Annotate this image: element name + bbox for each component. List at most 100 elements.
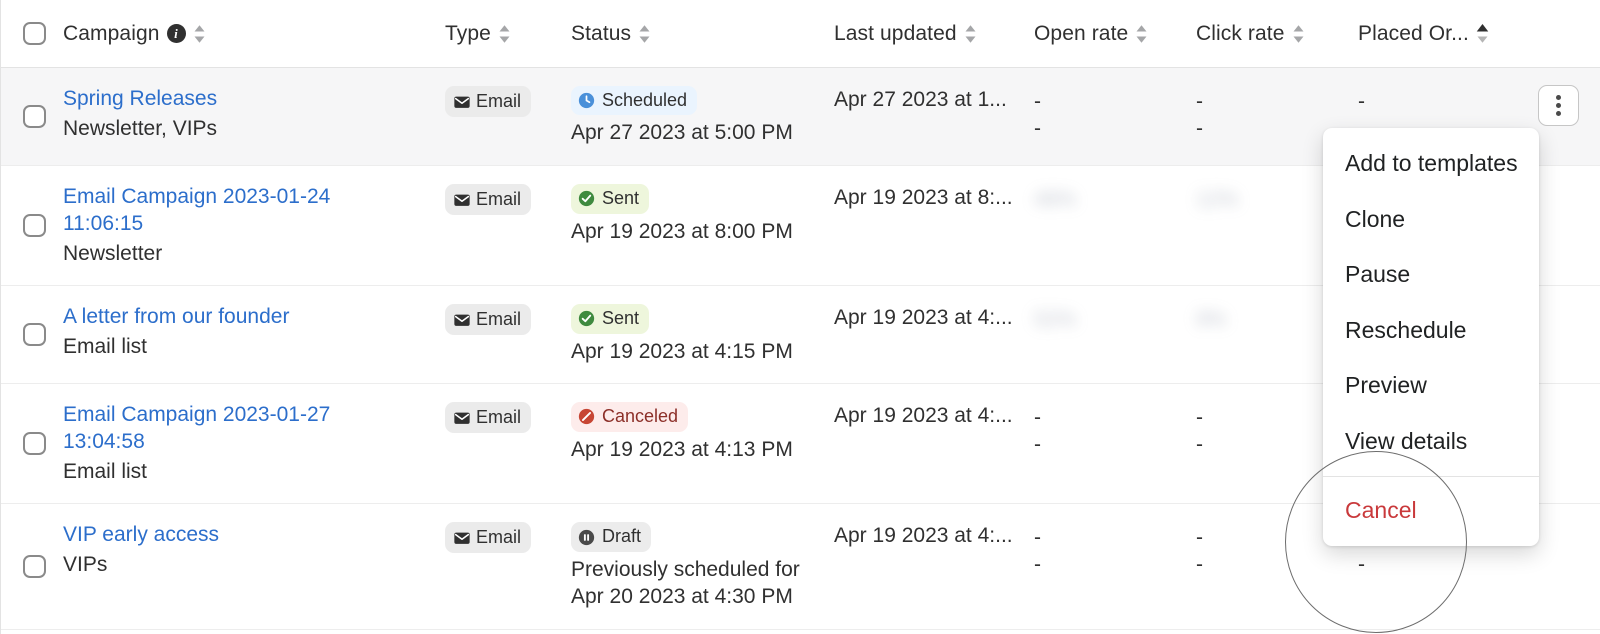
status-badge-label: Draft xyxy=(602,526,642,547)
row-action-menu[interactable]: Add to templates Clone Pause Reschedule … xyxy=(1323,128,1539,547)
column-header-open-rate[interactable]: Open rate xyxy=(1034,22,1196,46)
row-select-cell[interactable] xyxy=(23,214,63,238)
menu-item-add-to-templates[interactable]: Add to templates xyxy=(1323,136,1539,192)
kebab-dot xyxy=(1556,103,1561,108)
menu-item-reschedule[interactable]: Reschedule xyxy=(1323,303,1539,359)
last-updated-cell: Apr 19 2023 at 4:... xyxy=(834,504,1034,567)
menu-item-view-details[interactable]: View details xyxy=(1323,414,1539,470)
status-badge: Scheduled xyxy=(571,86,698,116)
sort-chevrons-icon[interactable] xyxy=(193,24,206,44)
campaign-audience: Newsletter, VIPs xyxy=(63,116,218,140)
sort-chevrons-icon[interactable] xyxy=(1135,24,1148,44)
row-checkbox[interactable] xyxy=(23,214,46,238)
column-header-click-rate[interactable]: Click rate xyxy=(1196,22,1358,46)
row-select-cell[interactable] xyxy=(23,105,63,129)
type-cell: Email xyxy=(445,68,571,135)
sort-chevrons-icon[interactable] xyxy=(1292,24,1305,44)
clock-icon xyxy=(578,93,595,109)
column-header-status[interactable]: Status xyxy=(571,22,834,46)
status-cell: Canceled Apr 19 2023 at 4:13 PM xyxy=(571,384,834,481)
row-checkbox[interactable] xyxy=(23,323,46,347)
check-circle-icon xyxy=(578,191,595,207)
row-select-cell[interactable] xyxy=(23,555,63,579)
sort-chevrons-icon[interactable] xyxy=(498,24,511,44)
check-circle-icon xyxy=(578,311,595,327)
row-checkbox[interactable] xyxy=(23,105,46,129)
select-all-cell[interactable] xyxy=(23,22,63,45)
campaign-audience: VIPs xyxy=(63,553,108,577)
status-cell: Draft Previously scheduled for Apr 20 202… xyxy=(571,504,834,629)
status-timestamp: Apr 19 2023 at 4:15 PM xyxy=(571,339,793,363)
sort-chevrons-icon[interactable] xyxy=(964,24,977,44)
select-all-checkbox[interactable] xyxy=(23,22,46,45)
envelope-icon xyxy=(454,412,470,424)
campaign-cell: Email Campaign 2023-01-27 13:04:58 Email … xyxy=(63,384,445,503)
row-select-cell[interactable] xyxy=(23,432,63,456)
last-updated-value: Apr 19 2023 at 4:... xyxy=(834,404,1013,428)
type-cell: Email xyxy=(445,504,571,571)
info-icon[interactable]: i xyxy=(166,24,186,43)
campaign-cell: A letter from our founder Email list xyxy=(63,286,445,378)
column-header-open-rate-label: Open rate xyxy=(1034,21,1129,45)
column-header-last-updated[interactable]: Last updated xyxy=(834,22,1034,46)
status-cell: Sent Apr 19 2023 at 4:15 PM xyxy=(571,286,834,383)
row-checkbox[interactable] xyxy=(23,432,46,456)
last-updated-cell: Apr 19 2023 at 8:... xyxy=(834,166,1034,229)
column-header-placed-orders-label: Placed Or... xyxy=(1358,21,1469,45)
status-badge: Sent xyxy=(571,304,650,334)
column-header-campaign[interactable]: Campaign i xyxy=(63,22,445,46)
pause-circle-icon xyxy=(578,529,595,545)
type-badge: Email xyxy=(445,522,532,554)
open-rate-cell: -- xyxy=(1034,384,1196,474)
last-updated-cell: Apr 27 2023 at 1... xyxy=(834,68,1034,131)
sort-chevrons-icon[interactable] xyxy=(638,24,651,44)
open-rate-cell: -- xyxy=(1034,504,1196,594)
campaign-cell: Spring Releases Newsletter, VIPs xyxy=(63,68,445,160)
type-badge-label: Email xyxy=(476,527,522,548)
column-header-campaign-label: Campaign xyxy=(63,21,160,45)
status-badge: Draft xyxy=(571,522,652,552)
row-select-cell[interactable] xyxy=(23,323,63,347)
type-cell: Email xyxy=(445,166,571,233)
last-updated-value: Apr 27 2023 at 1... xyxy=(834,88,1007,111)
campaign-name-link[interactable]: Email Campaign 2023-01-24 11:06:15 xyxy=(63,184,383,238)
open-rate-cell: 52% xyxy=(1034,286,1196,376)
status-badge-label: Canceled xyxy=(602,406,679,427)
menu-item-cancel[interactable]: Cancel xyxy=(1323,483,1539,539)
column-header-click-rate-label: Click rate xyxy=(1196,21,1285,45)
menu-item-pause[interactable]: Pause xyxy=(1323,247,1539,303)
menu-item-clone[interactable]: Clone xyxy=(1323,192,1539,248)
open-rate-cell: 48% xyxy=(1034,166,1196,256)
column-header-type-label: Type xyxy=(445,21,491,45)
column-header-placed-orders[interactable]: Placed Or... xyxy=(1358,22,1558,46)
column-header-type[interactable]: Type xyxy=(445,22,571,46)
type-cell: Email xyxy=(445,384,571,451)
type-badge-label: Email xyxy=(476,189,522,210)
campaign-cell: Email Campaign 2023-01-24 11:06:15 Newsle… xyxy=(63,166,445,285)
status-timestamp: Apr 19 2023 at 4:13 PM xyxy=(571,437,793,461)
campaign-name-link[interactable]: Spring Releases xyxy=(63,86,383,113)
status-timestamp: Previously scheduled for Apr 20 2023 at … xyxy=(571,557,800,609)
campaign-name-link[interactable]: VIP early access xyxy=(63,522,383,549)
envelope-icon xyxy=(454,314,470,326)
envelope-icon xyxy=(454,96,470,108)
status-badge-label: Scheduled xyxy=(602,90,688,110)
campaign-name-link[interactable]: Email Campaign 2023-01-27 13:04:58 xyxy=(63,402,383,456)
campaign-name-link[interactable]: A letter from our founder xyxy=(63,304,383,331)
last-updated-cell: Apr 19 2023 at 4:... xyxy=(834,286,1034,349)
campaign-cell: VIP early access VIPs xyxy=(63,504,445,596)
menu-separator xyxy=(1323,475,1539,477)
open-rate-value: 52% xyxy=(1034,308,1077,332)
status-cell: Scheduled Apr 27 2023 at 5:00 PM xyxy=(571,68,834,165)
menu-item-preview[interactable]: Preview xyxy=(1323,358,1539,414)
sort-chevron-up-icon[interactable] xyxy=(1476,23,1489,44)
row-checkbox[interactable] xyxy=(23,555,46,579)
kebab-dot xyxy=(1556,95,1561,100)
campaign-audience: Email list xyxy=(63,460,148,484)
type-badge-label: Email xyxy=(476,309,522,330)
row-actions-kebab-button[interactable] xyxy=(1538,85,1579,126)
open-rate-value: -- xyxy=(1034,526,1041,577)
type-badge: Email xyxy=(445,402,532,434)
column-header-last-updated-label: Last updated xyxy=(834,21,957,45)
campaign-audience: Newsletter xyxy=(63,241,163,265)
